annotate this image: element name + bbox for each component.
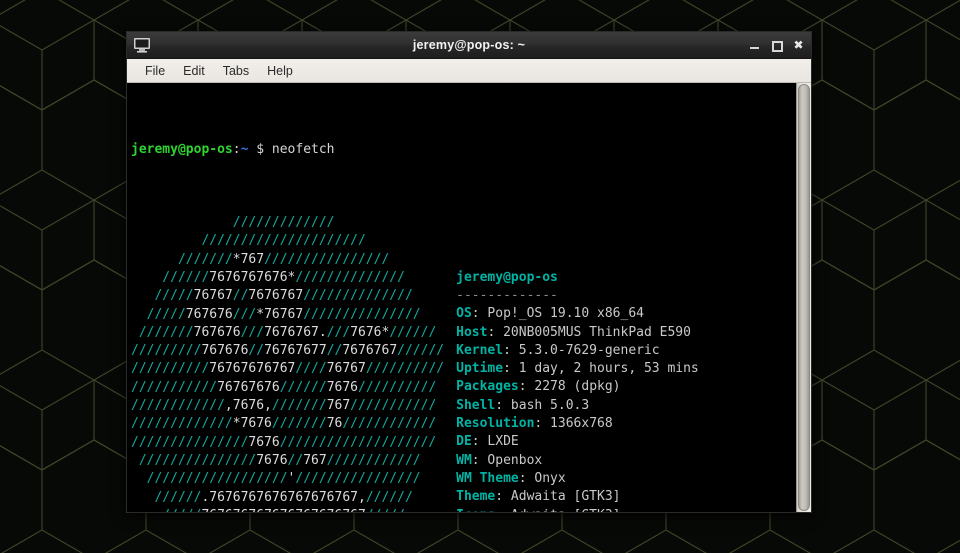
info-value: : LXDE <box>471 434 519 450</box>
info-value: : bash 5.0.3 <box>495 397 590 413</box>
menu-item-file[interactable]: File <box>136 62 174 80</box>
info-value: : 1366x768 <box>534 416 613 432</box>
info-value: : 20NB005MUS ThinkPad E590 <box>487 324 691 340</box>
ascii-line: //////.7676767676767676767,////// <box>131 489 413 505</box>
menu-bar[interactable]: File Edit Tabs Help <box>127 59 811 83</box>
prompt-user-host: jeremy@pop-os <box>131 141 233 157</box>
info-header: jeremy@pop-os <box>456 269 558 285</box>
info-row-resolution: Resolution: 1366x768 <box>456 415 722 433</box>
scrollbar-thumb[interactable] <box>798 84 810 511</box>
info-label: WM Theme <box>456 470 519 486</box>
info-row-kernel: Kernel: 5.3.0-7629-generic <box>456 342 722 360</box>
info-row-icons: Icons: Adwaita [GTK3] <box>456 507 722 512</box>
ascii-line: ///////767676///7676767.///7676*////// <box>131 324 437 340</box>
prompt-sigil: $ <box>248 141 272 157</box>
info-label: Packages <box>456 379 519 395</box>
monitor-icon <box>134 38 150 53</box>
info-row-wm: WM: Openbox <box>456 452 722 470</box>
info-value: : Onyx <box>518 470 566 486</box>
window-titlebar[interactable]: jeremy@pop-os: ~ ✖ <box>127 32 811 59</box>
info-label: WM <box>456 452 472 468</box>
info-value: : Adwaita [GTK3] <box>495 508 620 512</box>
ascii-line: //////////76767676767////76767////////// <box>131 361 445 377</box>
ascii-line: ///////////// <box>131 215 335 231</box>
ascii-line: /////767676767676767676767///// <box>131 507 444 512</box>
neofetch-output: ///////////// ///////////////////// ////… <box>129 214 796 512</box>
info-row-host: Host: 20NB005MUS ThinkPad E590 <box>456 324 722 342</box>
prompt-colon: : <box>232 141 241 157</box>
ascii-line: //////////////////'//////////////// <box>131 471 421 487</box>
terminal-output[interactable]: jeremy@pop-os:~ $ neofetch /////////////… <box>127 83 796 512</box>
info-label: Shell <box>456 397 496 413</box>
prompt-command: neofetch <box>271 141 335 157</box>
popos-ascii-logo: ///////////// ///////////////////// ////… <box>129 214 444 512</box>
shell-prompt-line: jeremy@pop-os:~ $ neofetch <box>131 141 796 159</box>
info-label: Theme <box>456 489 496 505</box>
menu-item-tabs[interactable]: Tabs <box>214 62 258 80</box>
ascii-line: ////////////,7676,///////767/////////// <box>131 398 437 414</box>
terminal-scrollbar[interactable] <box>796 83 811 512</box>
info-label: Icons <box>456 508 495 512</box>
info-row-uptime: Uptime: 1 day, 2 hours, 53 mins <box>456 360 722 378</box>
info-row-shell: Shell: bash 5.0.3 <box>456 397 722 415</box>
menu-item-edit[interactable]: Edit <box>174 62 214 80</box>
info-row-os: OS: Pop!_OS 19.10 x86_64 <box>456 305 722 323</box>
close-button[interactable]: ✖ <box>793 39 804 51</box>
ascii-line: /////76767//7676767////////////// <box>131 288 413 304</box>
info-rule: ------------- <box>456 287 558 303</box>
ascii-line: //////7676767676*////////////// <box>131 269 405 285</box>
terminal-window[interactable]: jeremy@pop-os: ~ ✖ File Edit Tabs Help j… <box>126 31 812 513</box>
info-label: Kernel <box>456 342 504 358</box>
info-value: : 5.3.0-7629-generic <box>503 342 660 358</box>
ascii-line: ///////////76767676//////7676////////// <box>131 379 437 395</box>
info-row-packages: Packages: 2278 (dpkg) <box>456 378 722 396</box>
ascii-line: /////////////*7676///////76//////////// <box>131 416 437 432</box>
info-row-de: DE: LXDE <box>456 433 722 451</box>
ascii-line: ///////////////7676//////////////////// <box>131 434 437 450</box>
window-title: jeremy@pop-os: ~ <box>412 38 526 52</box>
ascii-line: ///////*767//////////////// <box>131 251 390 267</box>
info-value: : Adwaita [GTK3] <box>495 489 621 505</box>
info-label: Host <box>456 324 488 340</box>
info-label: Uptime <box>456 361 504 377</box>
info-label: Resolution <box>456 416 535 432</box>
menu-item-help[interactable]: Help <box>258 62 302 80</box>
neofetch-right-column: jeremy@pop-os ------------- OS: Pop!_OS 19… <box>444 214 722 512</box>
ascii-line: ///////////////7676//767//////////// <box>131 452 421 468</box>
ascii-line: /////767676///*76767/////////////// <box>131 306 421 322</box>
ascii-line: /////////767676//76767677//7676767////// <box>131 343 445 359</box>
info-row-theme: Theme: Adwaita [GTK3] <box>456 488 722 506</box>
info-value: : 1 day, 2 hours, 53 mins <box>503 361 699 377</box>
info-label: DE <box>456 434 472 450</box>
system-info-block: jeremy@pop-os ------------- OS: Pop!_OS 19… <box>456 251 722 512</box>
minimize-button[interactable] <box>749 40 760 51</box>
ascii-line: ///////////////////// <box>131 233 366 249</box>
window-controls[interactable]: ✖ <box>749 39 804 52</box>
info-value: : Pop!_OS 19.10 x86_64 <box>471 306 644 322</box>
info-label: OS <box>456 306 472 322</box>
info-value: : Openbox <box>471 452 543 468</box>
maximize-button[interactable] <box>771 40 783 52</box>
info-row-wm-theme: WM Theme: Onyx <box>456 470 722 488</box>
info-value: : 2278 (dpkg) <box>518 379 621 395</box>
terminal-body[interactable]: jeremy@pop-os:~ $ neofetch /////////////… <box>127 83 811 512</box>
